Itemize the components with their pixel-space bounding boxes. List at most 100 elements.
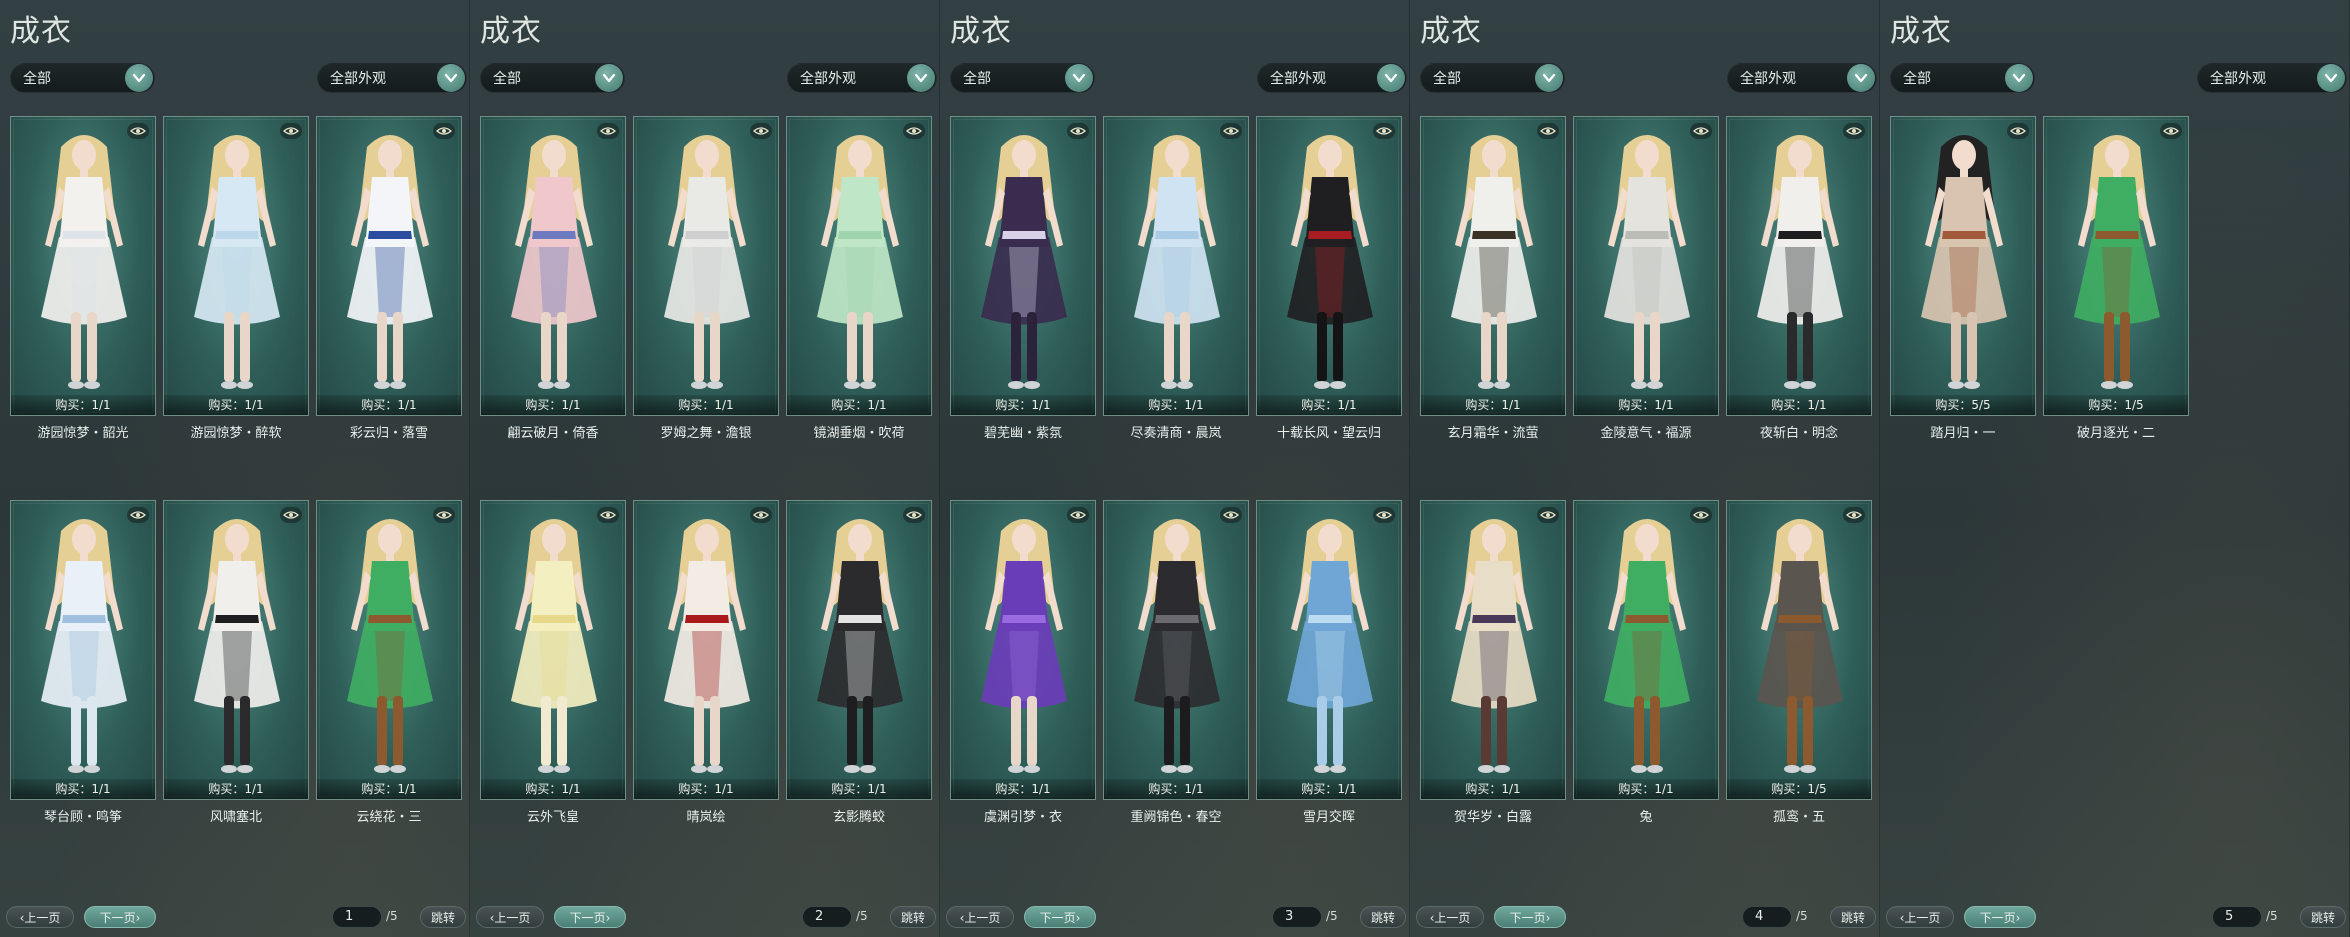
category-dropdown[interactable]: 全部 [1420, 63, 1565, 93]
outfit-card[interactable]: 购买：1/1 游园惊梦・韶光 [10, 116, 156, 500]
eye-icon[interactable] [1067, 123, 1089, 139]
outfit-card[interactable]: 购买：1/1 尽奏清商・晨岚 [1103, 116, 1249, 500]
category-dropdown[interactable]: 全部 [480, 63, 625, 93]
page-number-input[interactable]: 3 [1272, 906, 1322, 928]
outfit-preview[interactable]: 购买：1/1 [786, 500, 932, 800]
outfit-card[interactable]: 购买：1/1 风啸塞北 [163, 500, 309, 884]
outfit-card[interactable]: 购买：1/1 碧芜幽・紫氛 [950, 116, 1096, 500]
prev-page-button[interactable]: ‹上一页 [476, 906, 544, 928]
outfit-card[interactable]: 购买：1/1 虞渊引梦・衣 [950, 500, 1096, 884]
outfit-preview[interactable]: 购买：5/5 [1890, 116, 2036, 416]
appearance-dropdown[interactable]: 全部外观 [1727, 63, 1877, 93]
outfit-preview[interactable]: 购买：1/1 [1256, 500, 1402, 800]
next-page-button[interactable]: 下一页› [1494, 906, 1566, 928]
outfit-card[interactable]: 购买：1/1 晴岚绘 [633, 500, 779, 884]
outfit-card[interactable]: 购买：1/1 兔 [1573, 500, 1719, 884]
eye-icon[interactable] [1843, 507, 1865, 523]
outfit-preview[interactable]: 购买：1/1 [633, 500, 779, 800]
category-dropdown[interactable]: 全部 [950, 63, 1095, 93]
chevron-down-icon[interactable] [2005, 64, 2033, 92]
chevron-down-icon[interactable] [1377, 64, 1405, 92]
eye-icon[interactable] [1537, 507, 1559, 523]
jump-button[interactable]: 跳转 [1360, 906, 1406, 928]
chevron-down-icon[interactable] [437, 64, 465, 92]
jump-button[interactable]: 跳转 [890, 906, 936, 928]
outfit-card[interactable]: 购买：1/1 云绕花・三 [316, 500, 462, 884]
eye-icon[interactable] [1690, 507, 1712, 523]
outfit-card[interactable]: 购买：1/1 琴台顾・鸣筝 [10, 500, 156, 884]
outfit-preview[interactable]: 购买：1/1 [163, 500, 309, 800]
page-number-input[interactable]: 2 [802, 906, 852, 928]
outfit-preview[interactable]: 购买：1/1 [10, 500, 156, 800]
jump-button[interactable]: 跳转 [2300, 906, 2346, 928]
outfit-preview[interactable]: 购买：1/1 [480, 500, 626, 800]
outfit-preview[interactable]: 购买：1/5 [2043, 116, 2189, 416]
outfit-preview[interactable]: 购买：1/1 [1573, 500, 1719, 800]
eye-icon[interactable] [2007, 123, 2029, 139]
outfit-preview[interactable]: 购买：1/1 [950, 500, 1096, 800]
outfit-card[interactable]: 购买：1/1 镜湖垂烟・吹荷 [786, 116, 932, 500]
outfit-card[interactable]: 购买：1/1 夜斩白・明念 [1726, 116, 1872, 500]
eye-icon[interactable] [1537, 123, 1559, 139]
chevron-down-icon[interactable] [595, 64, 623, 92]
eye-icon[interactable] [127, 123, 149, 139]
jump-button[interactable]: 跳转 [420, 906, 466, 928]
eye-icon[interactable] [750, 123, 772, 139]
outfit-preview[interactable]: 购买：1/1 [1103, 500, 1249, 800]
outfit-preview[interactable]: 购买：1/1 [316, 116, 462, 416]
eye-icon[interactable] [903, 507, 925, 523]
chevron-down-icon[interactable] [907, 64, 935, 92]
page-number-input[interactable]: 4 [1742, 906, 1792, 928]
appearance-dropdown[interactable]: 全部外观 [317, 63, 467, 93]
eye-icon[interactable] [1373, 123, 1395, 139]
outfit-card[interactable]: 购买：1/1 金陵意气・福源 [1573, 116, 1719, 500]
outfit-card[interactable]: 购买：1/1 游园惊梦・醉软 [163, 116, 309, 500]
eye-icon[interactable] [903, 123, 925, 139]
chevron-down-icon[interactable] [1535, 64, 1563, 92]
eye-icon[interactable] [280, 507, 302, 523]
eye-icon[interactable] [127, 507, 149, 523]
outfit-preview[interactable]: 购买：1/1 [633, 116, 779, 416]
next-page-button[interactable]: 下一页› [1024, 906, 1096, 928]
eye-icon[interactable] [1690, 123, 1712, 139]
outfit-card[interactable]: 购买：1/1 贺华岁・白露 [1420, 500, 1566, 884]
eye-icon[interactable] [1067, 507, 1089, 523]
prev-page-button[interactable]: ‹上一页 [1416, 906, 1484, 928]
outfit-preview[interactable]: 购买：1/1 [1103, 116, 1249, 416]
eye-icon[interactable] [2160, 123, 2182, 139]
outfit-preview[interactable]: 购买：1/5 [1726, 500, 1872, 800]
outfit-card[interactable]: 购买：1/5 孤鸾・五 [1726, 500, 1872, 884]
outfit-preview[interactable]: 购买：1/1 [786, 116, 932, 416]
eye-icon[interactable] [597, 123, 619, 139]
prev-page-button[interactable]: ‹上一页 [1886, 906, 1954, 928]
next-page-button[interactable]: 下一页› [84, 906, 156, 928]
page-number-input[interactable]: 1 [332, 906, 382, 928]
eye-icon[interactable] [1373, 507, 1395, 523]
eye-icon[interactable] [1220, 123, 1242, 139]
next-page-button[interactable]: 下一页› [1964, 906, 2036, 928]
outfit-card[interactable]: 购买：1/1 云外飞皇 [480, 500, 626, 884]
outfit-preview[interactable]: 购买：1/1 [950, 116, 1096, 416]
chevron-down-icon[interactable] [2317, 64, 2345, 92]
appearance-dropdown[interactable]: 全部外观 [2197, 63, 2347, 93]
jump-button[interactable]: 跳转 [1830, 906, 1876, 928]
prev-page-button[interactable]: ‹上一页 [946, 906, 1014, 928]
outfit-card[interactable]: 购买：1/1 彩云归・落雪 [316, 116, 462, 500]
outfit-preview[interactable]: 购买：1/1 [163, 116, 309, 416]
outfit-card[interactable]: 购买：1/1 翩云破月・倚香 [480, 116, 626, 500]
eye-icon[interactable] [750, 507, 772, 523]
eye-icon[interactable] [597, 507, 619, 523]
chevron-down-icon[interactable] [1065, 64, 1093, 92]
eye-icon[interactable] [1843, 123, 1865, 139]
eye-icon[interactable] [280, 123, 302, 139]
outfit-preview[interactable]: 购买：1/1 [480, 116, 626, 416]
page-number-input[interactable]: 5 [2212, 906, 2262, 928]
chevron-down-icon[interactable] [1847, 64, 1875, 92]
outfit-card[interactable]: 购买：5/5 踏月归・一 [1890, 116, 2036, 500]
outfit-preview[interactable]: 购买：1/1 [1726, 116, 1872, 416]
eye-icon[interactable] [433, 507, 455, 523]
outfit-preview[interactable]: 购买：1/1 [1573, 116, 1719, 416]
outfit-card[interactable]: 购买：1/1 雪月交晖 [1256, 500, 1402, 884]
outfit-preview[interactable]: 购买：1/1 [316, 500, 462, 800]
prev-page-button[interactable]: ‹上一页 [6, 906, 74, 928]
